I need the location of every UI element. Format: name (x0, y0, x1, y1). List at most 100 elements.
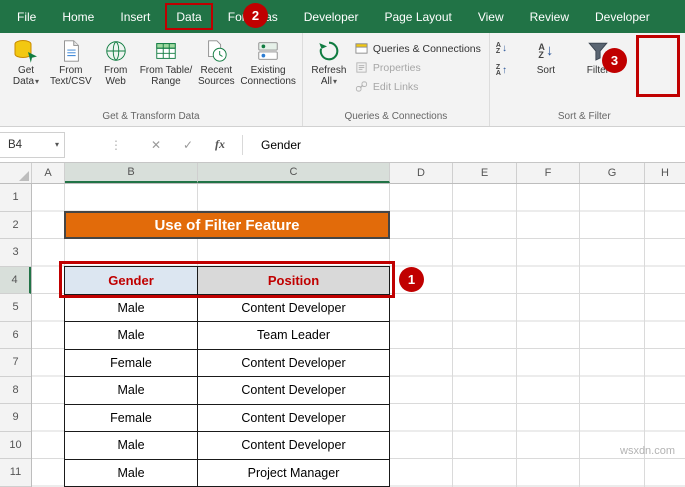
from-web-label-line2: Web (105, 76, 126, 87)
sort-az-icon: AZ (495, 42, 501, 55)
column-header-c[interactable]: C (198, 163, 390, 183)
sort-label: Sort (536, 65, 556, 76)
get-data-button[interactable]: Get Data▾ (4, 36, 48, 89)
table-row: Male Content Developer (65, 294, 390, 322)
column-header-h[interactable]: H (645, 163, 685, 183)
table-cell[interactable]: Male (65, 459, 198, 487)
title-banner-cell[interactable]: Use of Filter Feature (64, 211, 390, 239)
table-cell[interactable]: Content Developer (198, 294, 390, 322)
name-box-value: B4 (8, 138, 23, 151)
existing-connections-button[interactable]: Existing Connections (238, 36, 298, 89)
tab-data[interactable]: Data (165, 3, 213, 30)
table-cell[interactable]: Content Developer (198, 432, 390, 460)
select-all-corner[interactable] (0, 163, 32, 183)
column-header-d[interactable]: D (390, 163, 453, 183)
ribbon-tab-bar: File Home Insert Data Formulas Developer… (0, 0, 685, 33)
table-row: Male Content Developer (65, 432, 390, 460)
row-header-3[interactable]: 3 (0, 239, 31, 267)
column-header-f[interactable]: F (517, 163, 580, 183)
recent-sources-label-line2: Sources (197, 76, 235, 87)
tab-view[interactable]: View (465, 0, 517, 33)
tab-insert[interactable]: Insert (107, 0, 163, 33)
annotation-step-3-badge: 3 (602, 48, 627, 73)
table-cell[interactable]: Male (65, 294, 198, 322)
dropdown-arrow-icon: ▾ (332, 77, 337, 86)
tab-developer-2[interactable]: Developer (582, 0, 663, 33)
name-box-dropdown-icon[interactable]: ▾ (55, 140, 59, 149)
table-cell[interactable]: Content Developer (198, 377, 390, 405)
ribbon-group-get-transform-data: Get Data▾ From Text/CSV From Web From Ta… (0, 33, 303, 126)
tab-page-layout[interactable]: Page Layout (371, 0, 464, 33)
tab-review[interactable]: Review (517, 0, 582, 33)
from-text-csv-button[interactable]: From Text/CSV (48, 36, 94, 89)
table-cell[interactable]: Male (65, 322, 198, 350)
recent-sources-label-line1: Recent (200, 65, 233, 76)
column-header-a[interactable]: A (32, 163, 65, 183)
edit-links-button[interactable]: Edit Links (351, 77, 485, 96)
row-header-6[interactable]: 6 (0, 322, 31, 349)
row-header-10[interactable]: 10 (0, 432, 31, 459)
table-cell[interactable]: Team Leader (198, 322, 390, 350)
name-box[interactable]: B4 ▾ (0, 131, 65, 158)
sheet-grid[interactable]: 1 2 3 4 5 6 7 8 9 10 11 Use of Filter Fe… (0, 184, 685, 487)
sort-down-arrow-icon: ↓ (501, 43, 507, 54)
table-cell[interactable]: Female (65, 404, 198, 432)
table-cell[interactable]: Content Developer (198, 349, 390, 377)
table-cell[interactable]: Content Developer (198, 404, 390, 432)
table-row: Female Content Developer (65, 404, 390, 432)
queries-connections-icon (355, 42, 369, 56)
group-label-sort-filter: Sort & Filter (557, 111, 611, 122)
from-web-button[interactable]: From Web (94, 36, 138, 89)
row-header-9[interactable]: 9 (0, 404, 31, 432)
refresh-all-label-line2: All (320, 76, 332, 87)
column-headers: A B C D E F G H (0, 163, 685, 184)
column-header-e[interactable]: E (453, 163, 517, 183)
sort-descending-button[interactable]: ZA ↑ (496, 62, 522, 80)
insert-function-button[interactable]: fx (204, 133, 236, 157)
from-table-range-button[interactable]: From Table/ Range (138, 36, 195, 89)
group-label-get-transform-data: Get & Transform Data (102, 111, 200, 122)
refresh-all-button[interactable]: Refresh All▾ (307, 36, 351, 89)
existing-connections-label-line2: Connections (240, 76, 296, 87)
from-web-label-line1: From (104, 65, 128, 76)
row-header-2[interactable]: 2 (0, 212, 31, 239)
from-web-icon (103, 38, 129, 64)
annotation-box-filter (636, 35, 680, 97)
recent-sources-button[interactable]: Recent Sources (194, 36, 238, 89)
enter-button[interactable]: ✓ (172, 133, 204, 157)
properties-button[interactable]: Properties (351, 58, 485, 77)
sort-ascending-button[interactable]: AZ ↓ (496, 40, 522, 58)
tab-file[interactable]: File (4, 0, 49, 33)
ribbon-group-queries-connections: Refresh All▾ Queries & Connections Prope… (303, 33, 490, 126)
cancel-button[interactable]: ✕ (140, 133, 172, 157)
tab-developer[interactable]: Developer (291, 0, 372, 33)
sort-za-icon: ZA (495, 64, 501, 77)
row-header-1[interactable]: 1 (0, 184, 31, 212)
watermark: wsxdn.com (620, 445, 676, 457)
get-data-label-line2: Data (12, 76, 35, 87)
sort-button[interactable]: AZ ↓ Sort (524, 36, 568, 78)
row-header-5[interactable]: 5 (0, 294, 31, 322)
column-header-b[interactable]: B (65, 163, 198, 183)
formula-bar-handle-icon[interactable]: ⋮ (110, 138, 122, 152)
table-cell[interactable]: Female (65, 349, 198, 377)
queries-connections-button[interactable]: Queries & Connections (351, 39, 485, 58)
row-header-11[interactable]: 11 (0, 459, 31, 487)
refresh-all-icon (316, 38, 342, 64)
table-cell[interactable]: Project Manager (198, 459, 390, 487)
formula-bar-divider (242, 134, 243, 155)
ribbon: Get Data▾ From Text/CSV From Web From Ta… (0, 33, 685, 127)
table-cell[interactable]: Male (65, 377, 198, 405)
row-header-8[interactable]: 8 (0, 377, 31, 404)
row-header-7[interactable]: 7 (0, 349, 31, 377)
excel-window: File Home Insert Data Formulas Developer… (0, 0, 685, 487)
tab-home[interactable]: Home (49, 0, 107, 33)
from-table-range-label-line1: From Table/ (139, 65, 193, 76)
from-table-range-label-line2: Range (151, 76, 181, 87)
recent-sources-icon (203, 38, 229, 64)
row-header-4[interactable]: 4 (0, 266, 31, 294)
table-cell[interactable]: Male (65, 432, 198, 460)
formula-input[interactable]: Gender (249, 127, 685, 162)
column-header-g[interactable]: G (580, 163, 645, 183)
from-text-csv-label-line1: From (59, 65, 83, 76)
